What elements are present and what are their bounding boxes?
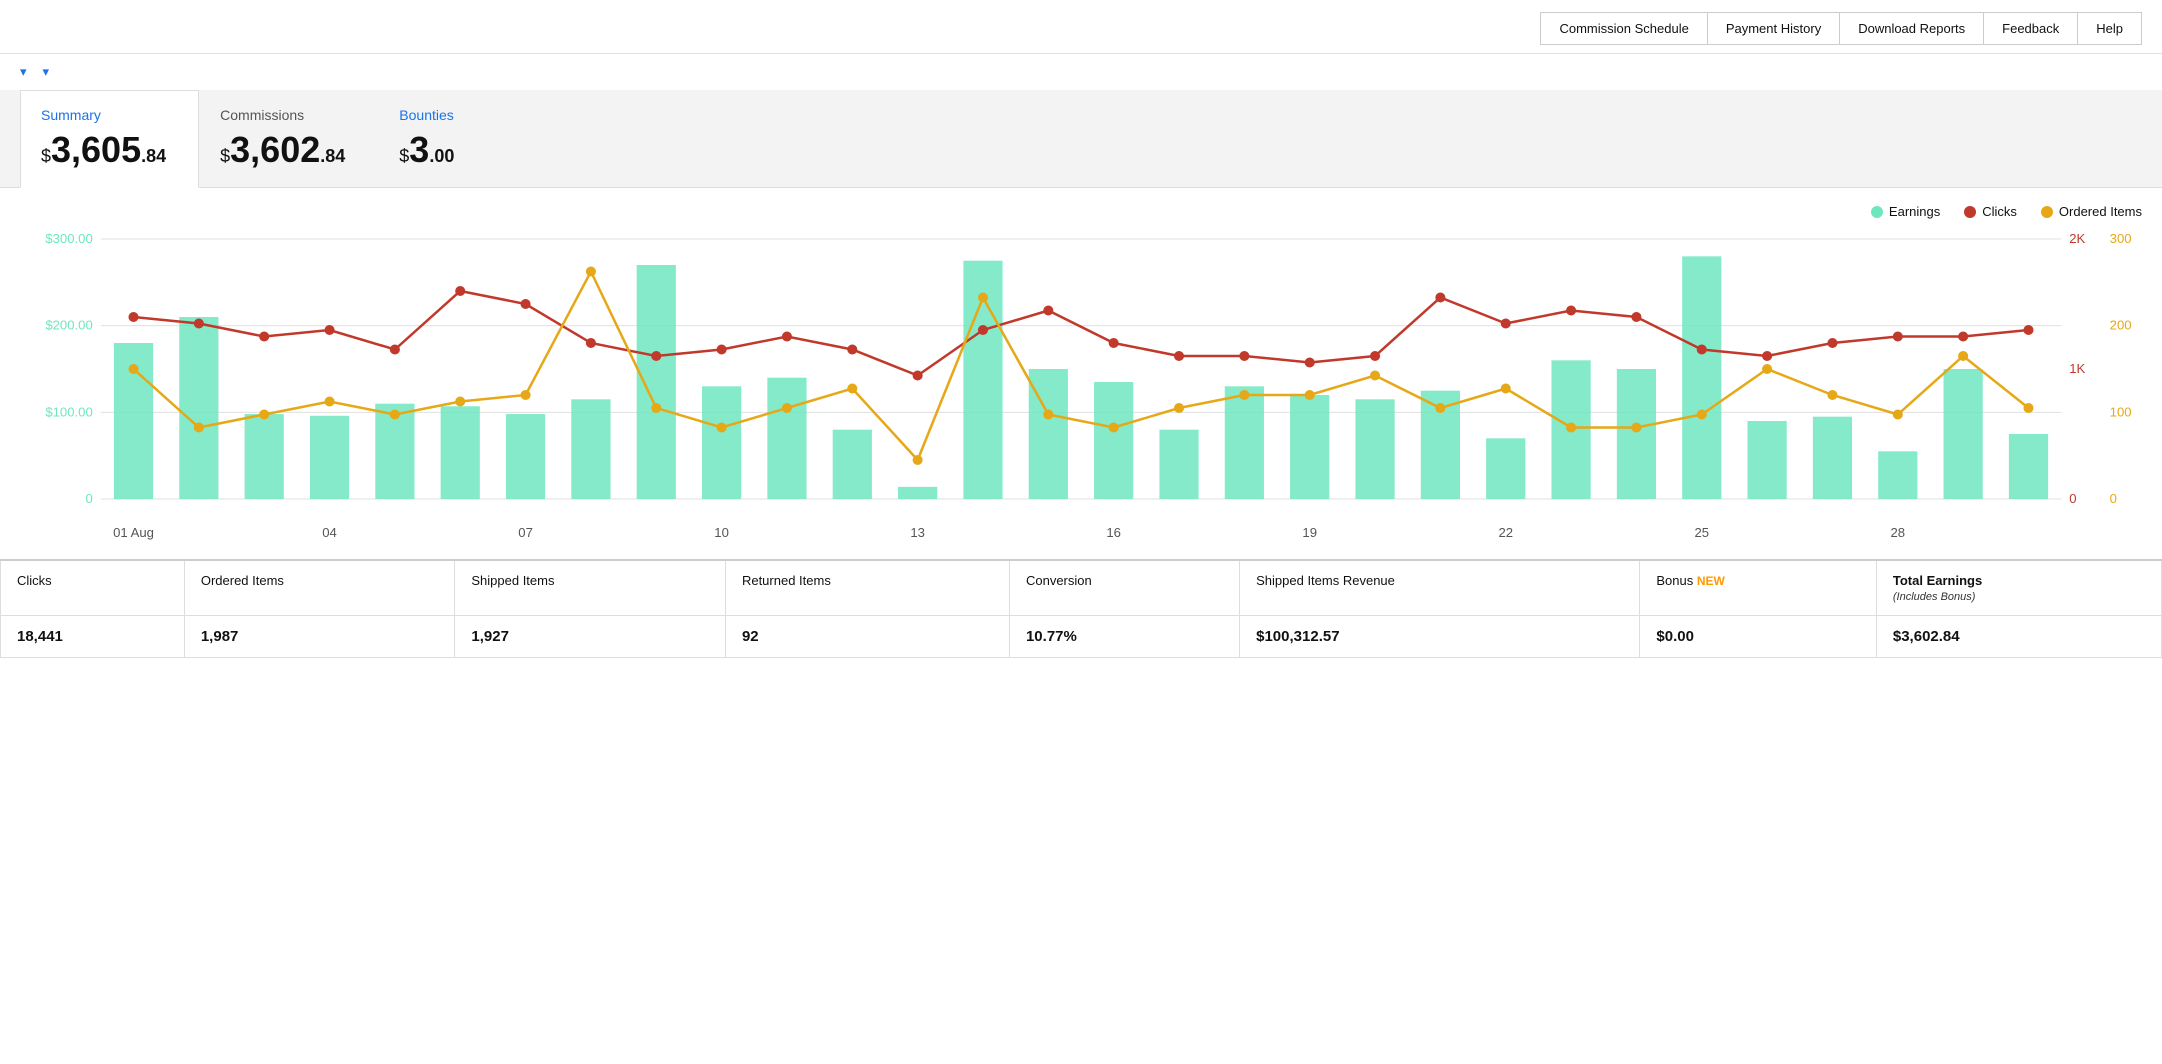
tab-amount-commissions: $ 3,602 .84: [220, 129, 345, 171]
stat-header-shipped-items: Shipped Items: [455, 560, 726, 616]
tab-label-commissions: Commissions: [220, 107, 345, 123]
svg-text:$300.00: $300.00: [45, 231, 92, 246]
stat-value-ordered-items: 1,987: [184, 616, 455, 658]
stat-value-bonus: $0.00: [1640, 616, 1876, 658]
nav-btn-feedback[interactable]: Feedback: [1983, 12, 2077, 45]
stat-header-total-earnings: Total Earnings(Includes Bonus): [1876, 560, 2161, 616]
stat-header-ordered-items: Ordered Items: [184, 560, 455, 616]
svg-text:1K: 1K: [2069, 361, 2085, 376]
svg-text:$100.00: $100.00: [45, 404, 92, 419]
nav-btn-help[interactable]: Help: [2077, 12, 2142, 45]
stat-header-clicks: Clicks: [1, 560, 185, 616]
svg-text:100: 100: [2110, 404, 2132, 419]
nav-btn-download-reports[interactable]: Download Reports: [1839, 12, 1983, 45]
legend-item-ordered-items: Ordered Items: [2041, 204, 2142, 219]
svg-text:0: 0: [2069, 491, 2076, 506]
tab-label-summary: Summary: [41, 107, 166, 123]
svg-text:200: 200: [2110, 318, 2132, 333]
legend-item-earnings: Earnings: [1871, 204, 1940, 219]
svg-text:04: 04: [322, 525, 337, 540]
date-range: ▾: [20, 64, 27, 80]
summary-tabs: Summary $ 3,605 .84 Commissions $ 3,602 …: [0, 90, 2162, 188]
svg-text:13: 13: [910, 525, 925, 540]
stat-value-clicks: 18,441: [1, 616, 185, 658]
stat-value-total-earnings: $3,602.84: [1876, 616, 2161, 658]
chart-legend: Earnings Clicks Ordered Items: [20, 204, 2142, 219]
svg-text:19: 19: [1302, 525, 1317, 540]
svg-text:0: 0: [2110, 491, 2117, 506]
chart-container: $300.00 $200.00 $100.00 0 2K 1K 0 300 200 100 0 01 …: [20, 229, 2142, 549]
svg-text:01 Aug: 01 Aug: [113, 525, 154, 540]
stat-header-bonus: Bonus NEW: [1640, 560, 1876, 616]
chart-area: Earnings Clicks Ordered Items $300.00 $200.…: [0, 188, 2162, 559]
header: Commission SchedulePayment HistoryDownlo…: [0, 0, 2162, 54]
legend-item-clicks: Clicks: [1964, 204, 2017, 219]
svg-text:16: 16: [1106, 525, 1121, 540]
tab-summary[interactable]: Summary $ 3,605 .84: [20, 90, 199, 188]
legend-dot: [2041, 206, 2053, 218]
svg-text:25: 25: [1694, 525, 1709, 540]
svg-text:10: 10: [714, 525, 729, 540]
stat-value-returned-items: 92: [725, 616, 1009, 658]
svg-text:0: 0: [85, 491, 92, 506]
stat-value-conversion: 10.77%: [1009, 616, 1239, 658]
tab-commissions[interactable]: Commissions $ 3,602 .84: [199, 90, 378, 187]
stat-value-shipped-items-revenue: $100,312.57: [1240, 616, 1640, 658]
header-nav: Commission SchedulePayment HistoryDownlo…: [1540, 12, 2142, 45]
this-month-filter[interactable]: ▾: [20, 64, 27, 79]
subheader: ▾ ▾: [0, 54, 2162, 90]
subheader-left: ▾ ▾: [20, 64, 49, 80]
svg-text:07: 07: [518, 525, 533, 540]
legend-dot: [1964, 206, 1976, 218]
svg-text:$200.00: $200.00: [45, 318, 92, 333]
tab-amount-summary: $ 3,605 .84: [41, 129, 166, 171]
tab-label-bounties: Bounties: [399, 107, 485, 123]
nav-btn-payment-history[interactable]: Payment History: [1707, 12, 1839, 45]
stat-header-shipped-items-revenue: Shipped Items Revenue: [1240, 560, 1640, 616]
stat-value-shipped-items: 1,927: [455, 616, 726, 658]
stat-header-returned-items: Returned Items: [725, 560, 1009, 616]
svg-text:22: 22: [1498, 525, 1513, 540]
svg-text:300: 300: [2110, 231, 2132, 246]
nav-btn-commission-schedule[interactable]: Commission Schedule: [1540, 12, 1706, 45]
svg-text:28: 28: [1891, 525, 1906, 540]
stat-header-conversion: Conversion: [1009, 560, 1239, 616]
svg-text:2K: 2K: [2069, 231, 2085, 246]
tab-amount-bounties: $ 3 .00: [399, 129, 485, 171]
tracking-id-label: ▾: [43, 64, 50, 80]
tracking-id-select[interactable]: ▾: [43, 64, 50, 79]
stats-table: ClicksOrdered ItemsShipped ItemsReturned…: [0, 559, 2162, 658]
legend-dot: [1871, 206, 1883, 218]
tab-bounties[interactable]: Bounties $ 3 .00: [378, 90, 518, 187]
